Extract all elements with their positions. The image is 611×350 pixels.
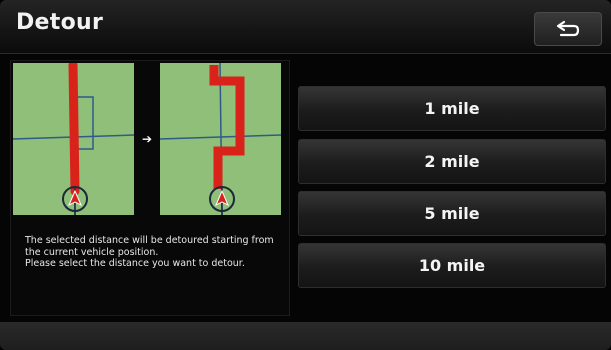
option-1-mile-button[interactable]: 1 mile — [298, 86, 606, 131]
page-title: Detour — [16, 10, 104, 35]
description-line-1: The selected distance will be detoured s… — [25, 235, 274, 258]
back-return-icon — [555, 20, 581, 38]
option-10-mile-button[interactable]: 10 mile — [298, 243, 606, 288]
detour-illustration-panel: ➔ The selected distance will be detoured… — [10, 60, 290, 316]
map-straight-route-icon — [13, 63, 134, 215]
header-bar: Detour — [0, 0, 611, 54]
detour-description: The selected distance will be detoured s… — [25, 235, 287, 270]
back-button[interactable] — [534, 12, 602, 46]
bottom-bar — [0, 322, 611, 350]
description-line-2: Please select the distance you want to d… — [25, 258, 245, 269]
option-2-mile-button[interactable]: 2 mile — [298, 139, 606, 184]
option-5-mile-button[interactable]: 5 mile — [298, 191, 606, 236]
map-detour-route-icon — [160, 63, 281, 215]
right-arrow-icon: ➔ — [141, 132, 153, 146]
detour-screen: Detour ➔ The selected distance will be d… — [0, 0, 611, 350]
